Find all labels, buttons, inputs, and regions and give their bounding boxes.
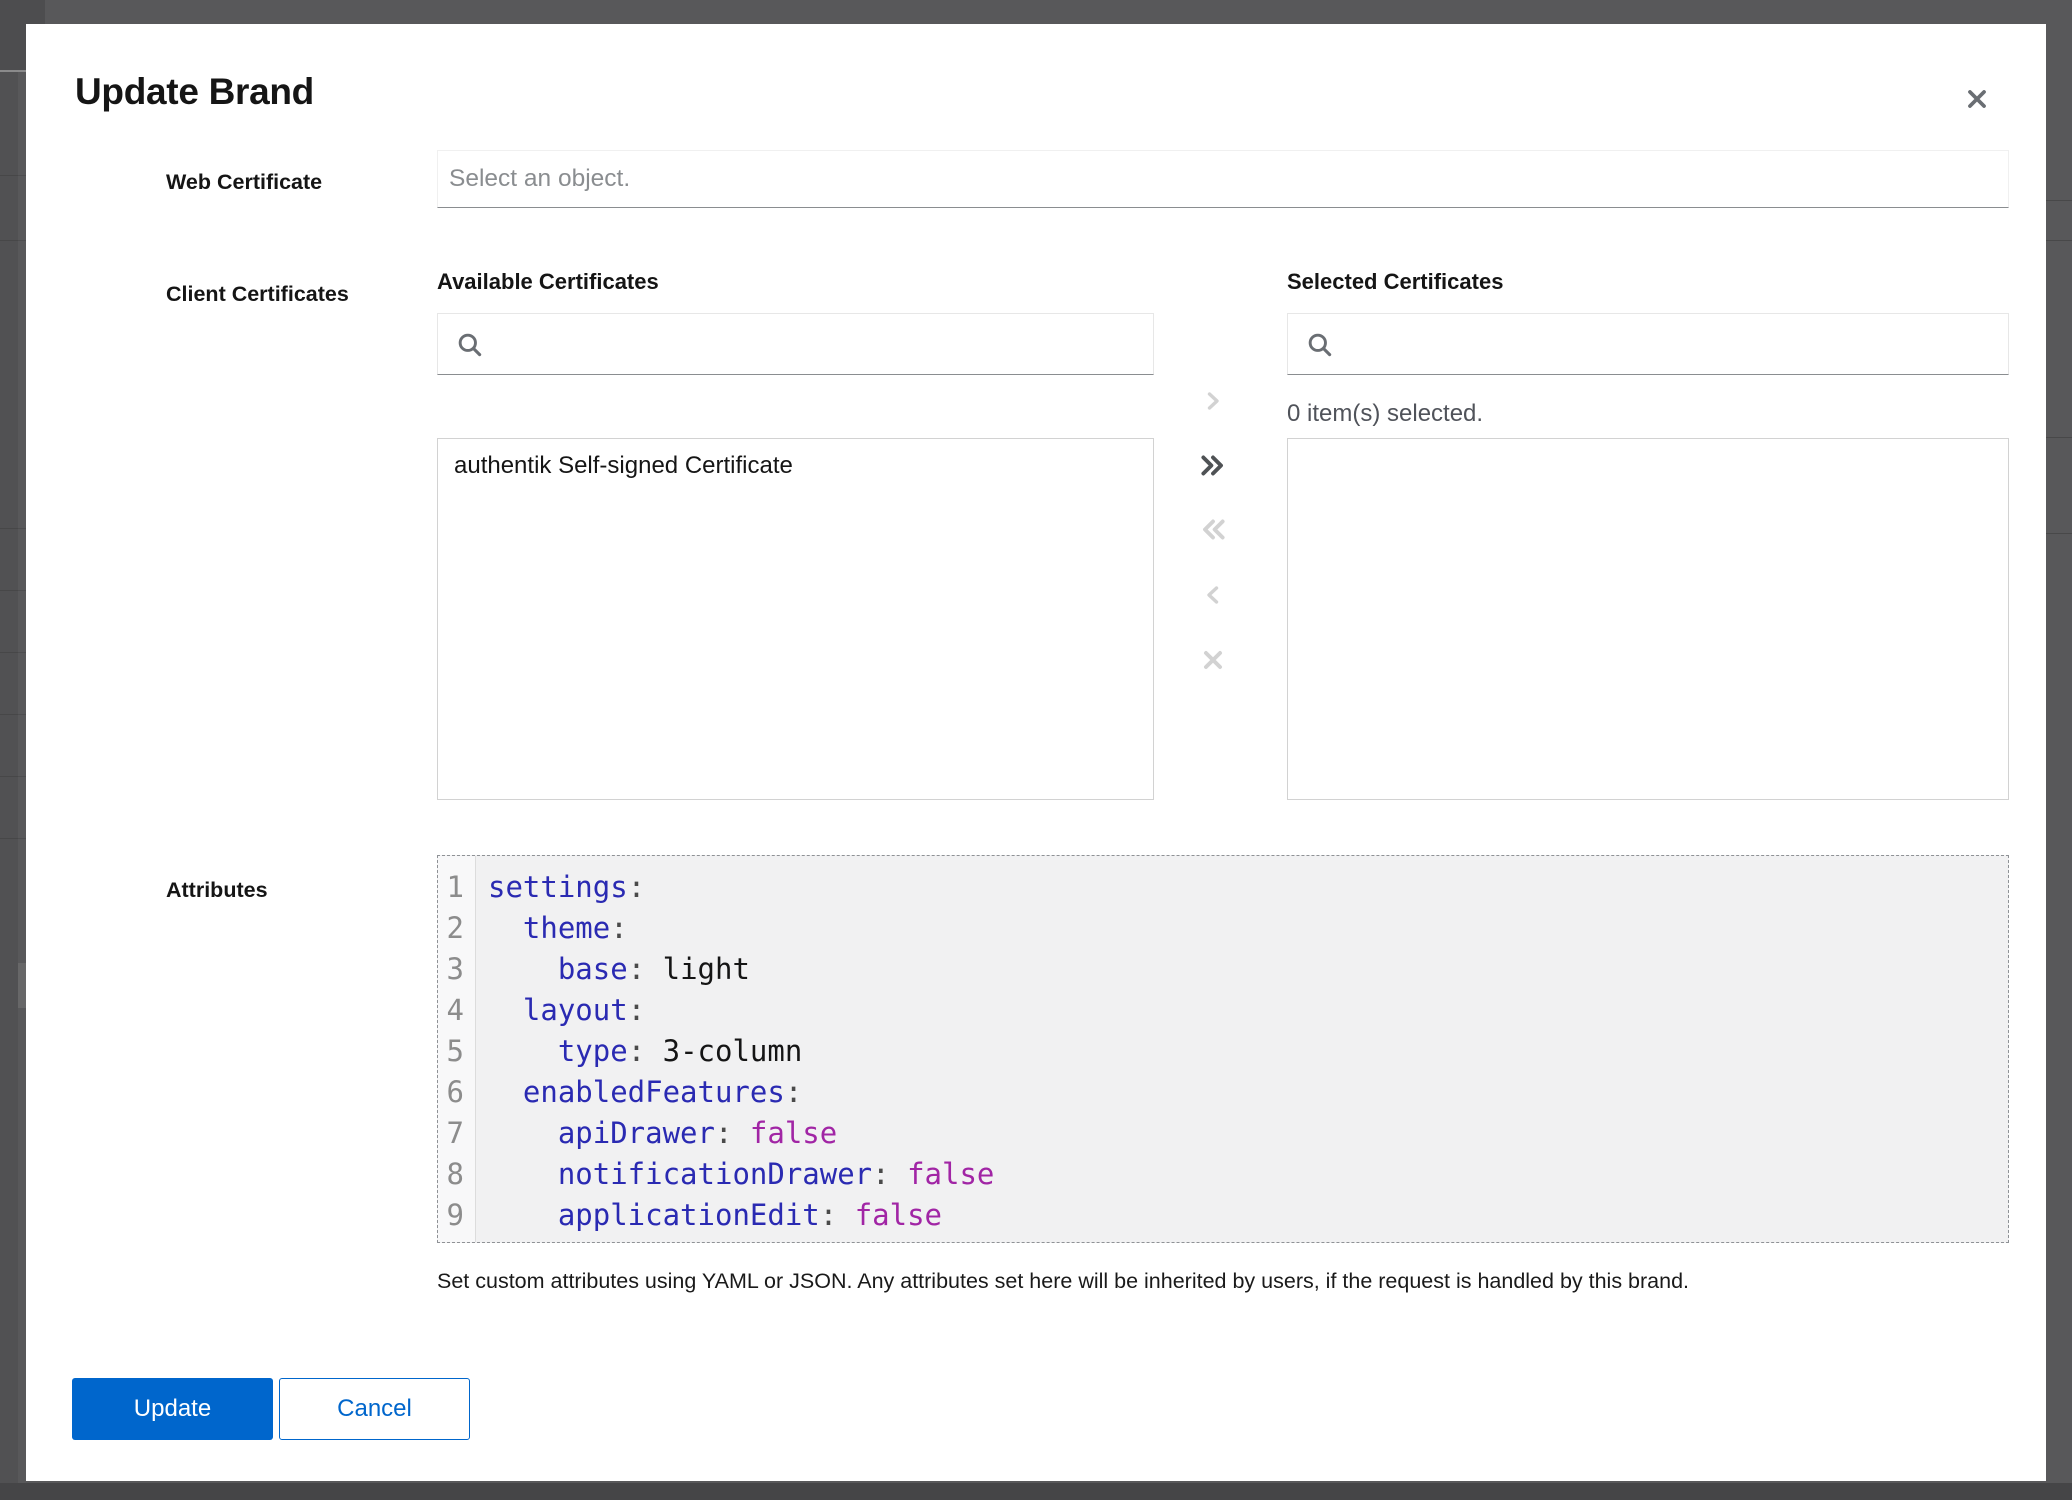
update-brand-modal: Update Brand Web Certificate Select an o… — [26, 24, 2046, 1481]
selected-certificates-list[interactable] — [1287, 438, 2009, 800]
attributes-label: Attributes — [166, 878, 268, 903]
overlay-left-strip — [0, 72, 18, 1483]
code-line: settings: — [488, 867, 2008, 908]
code-line-number: 6 — [438, 1072, 475, 1113]
search-icon — [1306, 331, 1333, 358]
available-search-box — [437, 313, 1154, 375]
code-line: layout: — [488, 990, 2008, 1031]
overlay-row-line — [2046, 200, 2072, 201]
move-selected-right-button[interactable] — [1193, 382, 1233, 422]
overlay-bottom-band — [0, 1483, 2072, 1500]
code-line-number: 2 — [438, 908, 475, 949]
code-line: enabledFeatures: — [488, 1072, 2008, 1113]
code-line: theme: — [488, 908, 2008, 949]
overlay-row-line — [0, 776, 26, 777]
search-icon — [456, 331, 483, 358]
code-editor-gutter: 123456789 — [438, 856, 476, 1242]
clear-selection-button[interactable] — [1193, 641, 1233, 681]
screen: { "colors": { "primary_blue": "#0066cc",… — [0, 0, 2072, 1500]
close-button[interactable] — [1959, 82, 1995, 118]
angle-right-icon — [1201, 389, 1225, 416]
overlay-row-line — [0, 714, 26, 715]
overlay-row-line — [0, 652, 26, 653]
available-certificate-item[interactable]: authentik Self-signed Certificate — [438, 439, 1153, 493]
move-selected-left-button[interactable] — [1193, 576, 1233, 616]
overlay-row-line — [0, 838, 26, 839]
overlay-row-line — [2046, 533, 2072, 534]
overlay-row-line — [0, 590, 26, 591]
overlay-row-line — [0, 240, 26, 241]
available-certificates-header: Available Certificates — [437, 269, 659, 295]
times-icon — [1200, 647, 1226, 676]
code-line: type: 3-column — [488, 1031, 2008, 1072]
selected-search-input[interactable] — [1344, 314, 2008, 376]
move-all-right-button[interactable] — [1193, 447, 1233, 487]
dual-list-controls — [1193, 382, 1233, 682]
overlay-left-highlight — [18, 963, 26, 1008]
web-certificate-placeholder: Select an object. — [438, 151, 2008, 207]
angle-left-icon — [1201, 583, 1225, 610]
code-line: base: light — [488, 949, 2008, 990]
web-certificate-label: Web Certificate — [166, 170, 322, 195]
code-editor-content[interactable]: settings: theme: base: light layout: typ… — [476, 856, 2008, 1242]
modal-title: Update Brand — [75, 71, 314, 113]
selected-certificates-header: Selected Certificates — [1287, 269, 1503, 295]
angle-double-right-icon — [1198, 452, 1228, 482]
web-certificate-input[interactable]: Select an object. — [437, 150, 2009, 208]
selected-count-status: 0 item(s) selected. — [1287, 400, 1483, 428]
code-line: applicationEdit: false — [488, 1195, 2008, 1236]
code-line-number: 7 — [438, 1113, 475, 1154]
overlay-row-line — [0, 528, 26, 529]
available-certificates-list[interactable]: authentik Self-signed Certificate — [437, 438, 1154, 800]
overlay-row-line — [0, 175, 26, 176]
code-line-number: 8 — [438, 1154, 475, 1195]
close-icon — [1964, 86, 1990, 112]
code-line-number: 1 — [438, 867, 475, 908]
angle-double-left-icon — [1198, 516, 1228, 546]
available-search-input[interactable] — [494, 314, 1153, 376]
attributes-code-editor[interactable]: 123456789 settings: theme: base: light l… — [437, 855, 2009, 1243]
code-line-number: 4 — [438, 990, 475, 1031]
overlay-row-line — [2046, 437, 2072, 438]
overlay-row-line — [2046, 240, 2072, 241]
client-certificates-label: Client Certificates — [166, 282, 349, 307]
code-line-number: 3 — [438, 949, 475, 990]
move-all-left-button[interactable] — [1193, 511, 1233, 551]
cancel-button[interactable]: Cancel — [279, 1378, 470, 1440]
code-line-number: 5 — [438, 1031, 475, 1072]
code-line: notificationDrawer: false — [488, 1154, 2008, 1195]
selected-search-box — [1287, 313, 2009, 375]
attributes-help-text: Set custom attributes using YAML or JSON… — [437, 1268, 1977, 1294]
code-line: apiDrawer: false — [488, 1113, 2008, 1154]
code-line-number: 9 — [438, 1195, 475, 1236]
update-button[interactable]: Update — [72, 1378, 273, 1440]
